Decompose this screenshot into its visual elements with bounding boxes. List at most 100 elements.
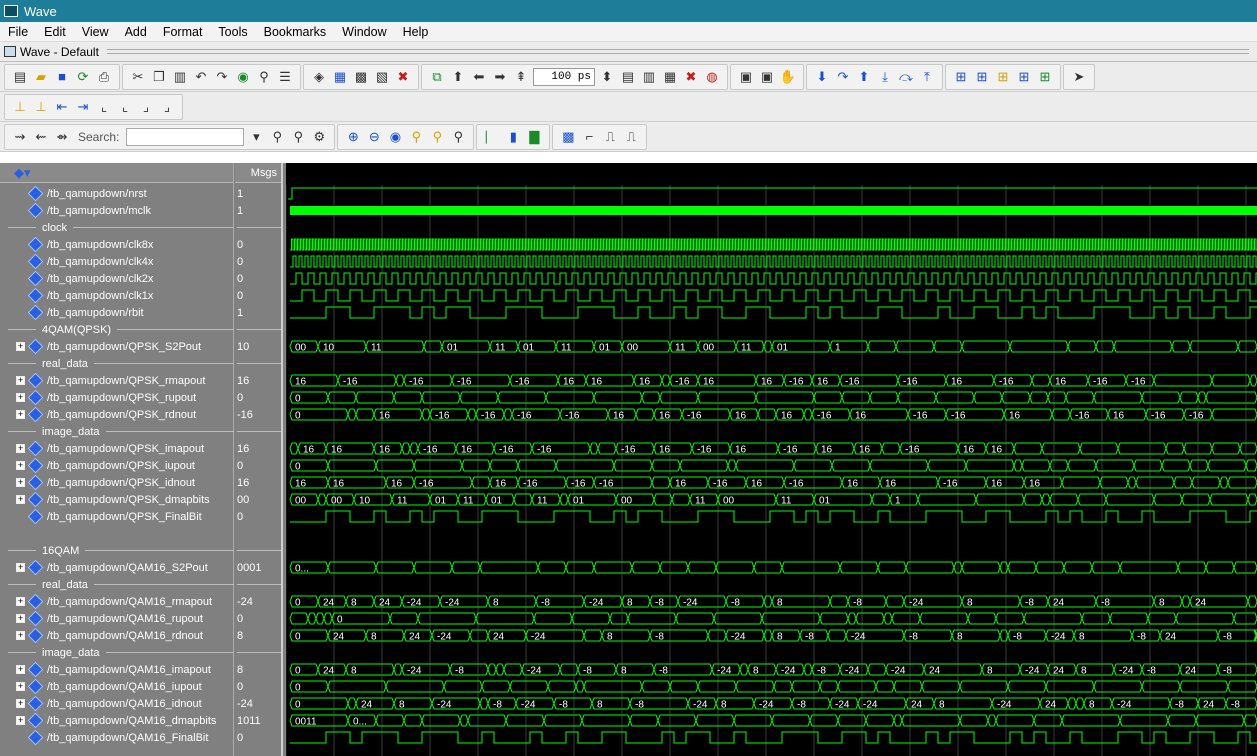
find-icon[interactable]: ⚲	[255, 68, 273, 86]
signal-row[interactable]: + /tb_qamupdown/QPSK_rupout	[0, 389, 234, 406]
signal-row[interactable]: /tb_qamupdown/mclk	[0, 202, 234, 219]
run-all-icon[interactable]: ▦	[661, 68, 679, 86]
spinner-icon[interactable]: ⬍	[598, 68, 616, 86]
signal-row[interactable]: + /tb_qamupdown/QPSK_rmapout	[0, 372, 234, 389]
expand-icon[interactable]: +	[16, 563, 25, 572]
signal-row[interactable]: /tb_qamupdown/rbit	[0, 304, 234, 321]
divider-clock[interactable]: clock	[0, 219, 234, 236]
expand-icon[interactable]: +	[16, 376, 25, 385]
divider-image-data[interactable]: image_data	[0, 423, 234, 440]
search-dropdown-icon[interactable]: ▾	[247, 128, 265, 146]
expand-icon[interactable]: +	[16, 631, 25, 640]
layout-5-icon[interactable]: ⊞	[1036, 68, 1054, 86]
find-options-icon[interactable]: ⇴	[53, 128, 71, 146]
stop-icon[interactable]: ✖	[394, 68, 412, 86]
expand-icon[interactable]: +	[16, 342, 25, 351]
expand-icon[interactable]: +	[16, 478, 25, 487]
divider-image-data[interactable]: image_data	[0, 644, 234, 661]
zoom-full-icon[interactable]: ◉	[386, 128, 404, 146]
signal-tree-icon[interactable]: ◆▾	[14, 165, 31, 181]
zoom-last-icon[interactable]: ⚲	[449, 128, 467, 146]
expand-icon[interactable]: +	[16, 393, 25, 402]
expand-icon[interactable]: +	[16, 597, 25, 606]
step-into-icon[interactable]: ⬇	[813, 68, 831, 86]
search-next-icon[interactable]: ⚲	[289, 128, 307, 146]
compile-icon[interactable]: ◈	[310, 68, 328, 86]
pointer-icon[interactable]: ➤	[1070, 68, 1088, 86]
zoom-in-icon[interactable]: ⊕	[344, 128, 362, 146]
zoom-cursors-icon[interactable]: ⚲	[428, 128, 446, 146]
zoom-out-icon[interactable]: ⊖	[365, 128, 383, 146]
run-length-input[interactable]	[533, 67, 595, 86]
signal-row[interactable]: /tb_qamupdown/clk2x	[0, 270, 234, 287]
signal-row[interactable]: /tb_qamupdown/clk8x	[0, 236, 234, 253]
wave-fill-icon[interactable]: ▇	[525, 128, 543, 146]
signal-row[interactable]: + /tb_qamupdown/QPSK_iupout	[0, 457, 234, 474]
menu-view[interactable]: View	[74, 25, 117, 39]
menu-help[interactable]: Help	[395, 25, 437, 39]
expand-icon[interactable]: +	[16, 410, 25, 419]
divider-16qam[interactable]: 16QAM	[0, 542, 234, 559]
run-length-icon[interactable]: ⇞	[512, 68, 530, 86]
edge-4-icon[interactable]: ⌟	[158, 98, 176, 116]
expand-icon[interactable]: +	[16, 614, 25, 623]
redo-icon[interactable]: ↷	[213, 68, 231, 86]
signal-row[interactable]: + /tb_qamupdown/QPSK_imapout	[0, 440, 234, 457]
step-into-dropdown-icon[interactable]: ⤓	[876, 68, 894, 86]
break-run-icon[interactable]: ✖	[682, 68, 700, 86]
waveform-canvas[interactable]: 00 10 11 01 11 01 11 01 00 11 00 11 01 116 -16 -16 -16 -1…	[286, 163, 1257, 756]
edge-1-icon[interactable]: ⌞	[95, 98, 113, 116]
up-arrow-icon[interactable]: ⬆	[449, 68, 467, 86]
wave-grid-icon[interactable]: ▩	[559, 128, 577, 146]
restart-icon[interactable]: ⧉	[428, 68, 446, 86]
signal-row[interactable]: /tb_qamupdown/QAM16_FinalBit	[0, 729, 234, 746]
expand-icon[interactable]: +	[16, 461, 25, 470]
save-icon[interactable]: ■	[53, 68, 71, 86]
divider-real-data[interactable]: real_data	[0, 355, 234, 372]
menu-edit[interactable]: Edit	[36, 25, 74, 39]
copy-icon[interactable]: ❐	[150, 68, 168, 86]
signal-row[interactable]: + /tb_qamupdown/QPSK_idnout	[0, 474, 234, 491]
signal-row[interactable]: /tb_qamupdown/nrst	[0, 185, 234, 202]
layout-1-icon[interactable]: ⊞	[952, 68, 970, 86]
signal-row[interactable]: + /tb_qamupdown/QPSK_S2Pout	[0, 338, 234, 355]
back-arrow-icon[interactable]: ⬅	[470, 68, 488, 86]
cursor-block-icon[interactable]: ▮	[504, 128, 522, 146]
expand-icon[interactable]: +	[16, 716, 25, 725]
delete-cursor-icon[interactable]: ⊥	[32, 98, 50, 116]
signal-row[interactable]: + /tb_qamupdown/QPSK_rdnout	[0, 406, 234, 423]
wave-pulse-icon[interactable]: ⎍	[601, 128, 619, 146]
continue-icon[interactable]: ▥	[640, 68, 658, 86]
run-icon[interactable]: ▤	[619, 68, 637, 86]
stop-run-icon[interactable]: ◍	[703, 68, 721, 86]
search-options-icon[interactable]: ⚙	[310, 128, 328, 146]
divider-4qam-qpsk-[interactable]: 4QAM(QPSK)	[0, 321, 234, 338]
expand-icon[interactable]: +	[16, 665, 25, 674]
wave-step-icon[interactable]: ⌐	[580, 128, 598, 146]
menu-add[interactable]: Add	[117, 25, 155, 39]
next-edge-icon[interactable]: ⇥	[74, 98, 92, 116]
expand-icon[interactable]: +	[16, 495, 25, 504]
expand-icon[interactable]: +	[16, 444, 25, 453]
step-icon[interactable]: ▣	[737, 68, 755, 86]
signal-row[interactable]: + /tb_qamupdown/QAM16_rupout	[0, 610, 234, 627]
wave-edge-icon[interactable]: ⎍	[622, 128, 640, 146]
edge-2-icon[interactable]: ⌞	[116, 98, 134, 116]
signal-row[interactable]: + /tb_qamupdown/QPSK_dmapbits	[0, 491, 234, 508]
layout-4-icon[interactable]: ⊞	[1015, 68, 1033, 86]
menu-bookmarks[interactable]: Bookmarks	[256, 25, 335, 39]
zoom-cursor-icon[interactable]: ⚲	[407, 128, 425, 146]
find-next-icon[interactable]: ⇜	[32, 128, 50, 146]
divider-real-data[interactable]: real_data	[0, 576, 234, 593]
step-over-icon[interactable]: ▣	[758, 68, 776, 86]
hand-icon[interactable]: ✋	[779, 68, 797, 86]
signal-row[interactable]: + /tb_qamupdown/QAM16_rdnout	[0, 627, 234, 644]
simulate-icon[interactable]: ▩	[352, 68, 370, 86]
waveform-pane[interactable]: 00 10 11 01 11 01 11 01 00 11 00 11 01 1 16 -16 -16 -16 -1…	[286, 163, 1257, 756]
new-file-icon[interactable]: ▤	[11, 68, 29, 86]
run-icon[interactable]: ◉	[234, 68, 252, 86]
cut-icon[interactable]: ✂	[129, 68, 147, 86]
forward-arrow-icon[interactable]: ➡	[491, 68, 509, 86]
menu-window[interactable]: Window	[334, 25, 394, 39]
step-over-all-icon[interactable]: ⤼	[897, 68, 915, 86]
